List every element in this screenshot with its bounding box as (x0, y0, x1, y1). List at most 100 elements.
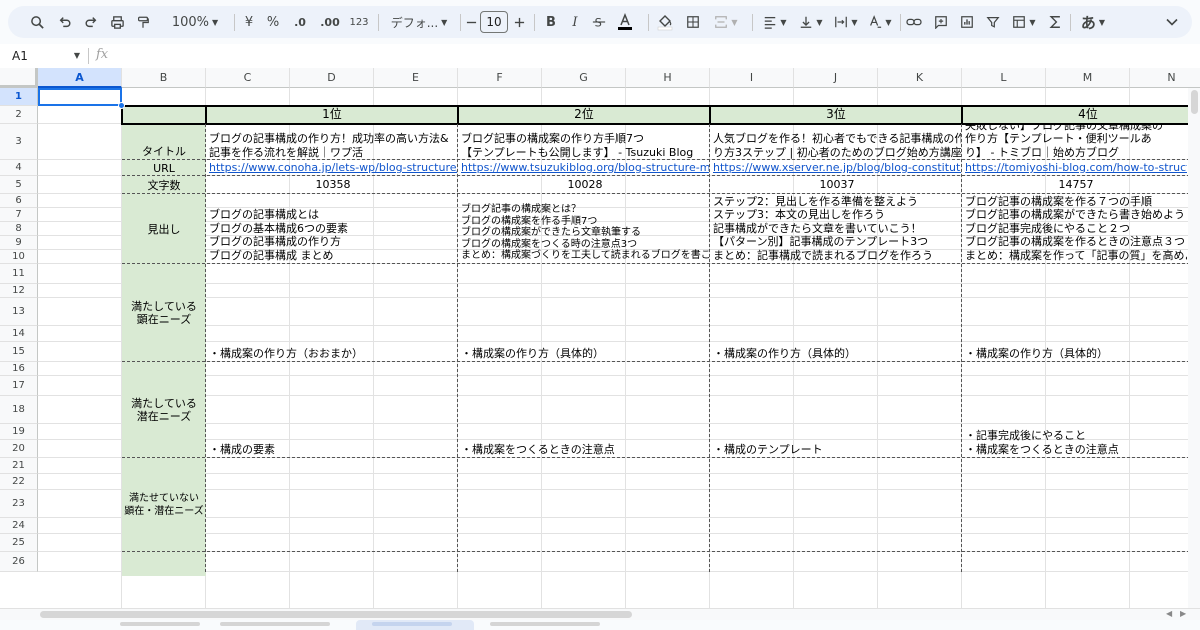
row-header-26[interactable]: 26 (0, 552, 38, 572)
entry-title[interactable]: ブログ記事の構成案の作り方手順7つ 【テンプレートも公開します】 - Tsuzu… (461, 124, 709, 160)
row-header-17[interactable]: 17 (0, 376, 38, 396)
row-header-11[interactable]: 11 (0, 264, 38, 284)
row-header-3[interactable]: 3 (0, 124, 38, 160)
row-header-16[interactable]: 16 (0, 362, 38, 376)
functions-icon[interactable] (1046, 6, 1064, 38)
entry-char-count[interactable]: 10028 (461, 176, 709, 194)
label-latent-needs[interactable]: 満たしている 潜在ニーズ (123, 362, 205, 458)
column-header-i[interactable]: I (710, 68, 794, 88)
filter-views-icon[interactable]: ▼ (1008, 6, 1040, 38)
row-header-20[interactable]: 20 (0, 440, 38, 458)
text-rotation-icon[interactable]: ▼ (864, 6, 896, 38)
column-header-a[interactable]: A (38, 68, 122, 88)
rank-header-2[interactable]: 2位 (458, 106, 710, 124)
row-header-13[interactable]: 13 (0, 298, 38, 326)
column-header-j[interactable]: J (794, 68, 878, 88)
row-header-4[interactable]: 4 (0, 160, 38, 176)
italic-button[interactable]: I (566, 6, 584, 38)
sheet-tab[interactable] (220, 622, 330, 626)
entry-url-link[interactable]: https://tomiyoshi-blog.com/how-to-struct… (965, 161, 1187, 177)
increase-decimal-button[interactable]: .00 (316, 6, 344, 38)
scroll-left-icon[interactable]: ◀ (1166, 609, 1172, 618)
name-box[interactable]: A1 ▼ (8, 46, 84, 66)
column-header-e[interactable]: E (374, 68, 458, 88)
row-header-5[interactable]: 5 (0, 176, 38, 194)
rank-header-1[interactable]: 1位 (206, 106, 458, 124)
row-header-22[interactable]: 22 (0, 474, 38, 490)
filter-icon[interactable] (984, 6, 1002, 38)
row-header-8[interactable]: 8 (0, 222, 38, 236)
entry-title[interactable]: 失敗しない】ブログ記事の文章構成案の 作り方【テンプレート・便利ツールあ り】 … (965, 124, 1187, 160)
row-header-12[interactable]: 12 (0, 284, 38, 298)
entry-latent-needs[interactable]: ・記事完成後にやること ・構成案をつくるときの注意点 (965, 362, 1187, 458)
rank-header-4[interactable]: 4位 (962, 106, 1200, 124)
entry-latent-needs[interactable]: ・構成のテンプレート (713, 362, 961, 458)
entry-char-count[interactable]: 14757 (965, 176, 1187, 194)
row-header-1[interactable]: 1 (0, 88, 38, 106)
insert-link-icon[interactable] (904, 6, 924, 38)
fill-color-icon[interactable] (654, 6, 676, 38)
sheet-tab[interactable] (372, 622, 452, 626)
scroll-right-icon[interactable]: ▶ (1180, 609, 1186, 618)
sheet-tab[interactable] (120, 622, 200, 626)
row-header-25[interactable]: 25 (0, 534, 38, 552)
horizontal-scroll-thumb[interactable] (40, 611, 632, 618)
entry-explicit-needs[interactable]: ・構成案の作り方（具体的） (461, 264, 709, 362)
entry-url-link[interactable]: https://www.xserver.ne.jp/blog/blog-cons… (713, 161, 961, 177)
strikethrough-icon[interactable]: S (590, 6, 608, 38)
entry-url-link[interactable]: https://www.tsuzukiblog.org/blog-structu… (461, 161, 709, 177)
entry-headings[interactable]: ブログ記事の構成案とは？ ブログの構成案を作る手順7つ ブログの構成案ができたら… (461, 194, 709, 264)
entry-headings[interactable]: ブログ記事の構成案を使う ブログ記事の構成案を作る７つの手順 ブログ記事の構成案… (965, 194, 1187, 264)
input-tools-button[interactable]: あ ▼ (1076, 6, 1110, 38)
rank-header-3[interactable]: 3位 (710, 106, 962, 124)
entry-url-link[interactable]: https://www.conoha.jp/lets-wp/blog-struc… (209, 161, 457, 177)
column-header-g[interactable]: G (542, 68, 626, 88)
bold-button[interactable]: B (542, 6, 560, 38)
horizontal-align-icon[interactable]: ▼ (758, 6, 792, 38)
column-header-c[interactable]: C (206, 68, 290, 88)
vertical-scroll-thumb[interactable] (1191, 90, 1198, 114)
fill-handle[interactable] (118, 102, 125, 109)
label-url[interactable]: URL (123, 160, 205, 176)
search-menus-icon[interactable] (28, 6, 46, 38)
entry-headings[interactable]: ステップ1：読者の悩みを整理しよう ステップ2：見出しを作る準備を整えよう ステ… (713, 194, 961, 264)
text-wrapping-icon[interactable]: ▼ (830, 6, 862, 38)
row-header-7[interactable]: 7 (0, 208, 38, 222)
row-header-24[interactable]: 24 (0, 518, 38, 534)
column-header-b[interactable]: B (122, 68, 206, 88)
text-color-icon[interactable] (614, 6, 636, 38)
horizontal-scrollbar[interactable]: ◀ ▶ (0, 608, 1200, 620)
label-headings[interactable]: 見出し (123, 194, 205, 264)
select-all-corner[interactable] (0, 68, 38, 88)
column-header-h[interactable]: H (626, 68, 710, 88)
row-header-9[interactable]: 9 (0, 236, 38, 250)
decrease-decimal-button[interactable]: .0 (288, 6, 312, 38)
entry-title[interactable]: 人気ブログを作る！初心者でもできる記事構成の作 り方3ステップ | 初心者のため… (713, 124, 961, 160)
decrease-font-size-button[interactable] (464, 6, 478, 38)
currency-format-button[interactable]: ¥ (240, 6, 258, 38)
label-unmet-needs[interactable]: 満たせていない 顕在・潜在ニーズ (123, 458, 205, 552)
insert-chart-icon[interactable] (958, 6, 976, 38)
vertical-align-icon[interactable]: ▼ (794, 6, 828, 38)
entry-latent-needs[interactable]: ・構成の要素 (209, 362, 457, 458)
entry-explicit-needs[interactable]: ・構成案の作り方（おおまか） (209, 264, 457, 362)
row-header-19[interactable]: 19 (0, 424, 38, 440)
number-format-button[interactable]: 123 (346, 6, 372, 38)
undo-icon[interactable] (56, 6, 74, 38)
label-char-count[interactable]: 文字数 (123, 176, 205, 194)
merge-cells-icon[interactable]: ▼ (708, 6, 744, 38)
entry-explicit-needs[interactable]: ・構成案の作り方（具体的） (713, 264, 961, 362)
entry-char-count[interactable]: 10037 (713, 176, 961, 194)
font-size-input[interactable]: 10 (480, 11, 508, 33)
redo-icon[interactable] (82, 6, 100, 38)
sheet-tab[interactable] (490, 622, 600, 626)
row-header-10[interactable]: 10 (0, 250, 38, 264)
column-header-k[interactable]: K (878, 68, 962, 88)
column-header-n[interactable]: N (1130, 68, 1200, 88)
entry-char-count[interactable]: 10358 (209, 176, 457, 194)
column-header-f[interactable]: F (458, 68, 542, 88)
label-explicit-needs[interactable]: 満たしている 顕在ニーズ (123, 264, 205, 362)
zoom-select[interactable]: 100% ▼ (164, 6, 226, 38)
row-header-21[interactable]: 21 (0, 458, 38, 474)
selected-cell-a1[interactable] (38, 88, 122, 106)
